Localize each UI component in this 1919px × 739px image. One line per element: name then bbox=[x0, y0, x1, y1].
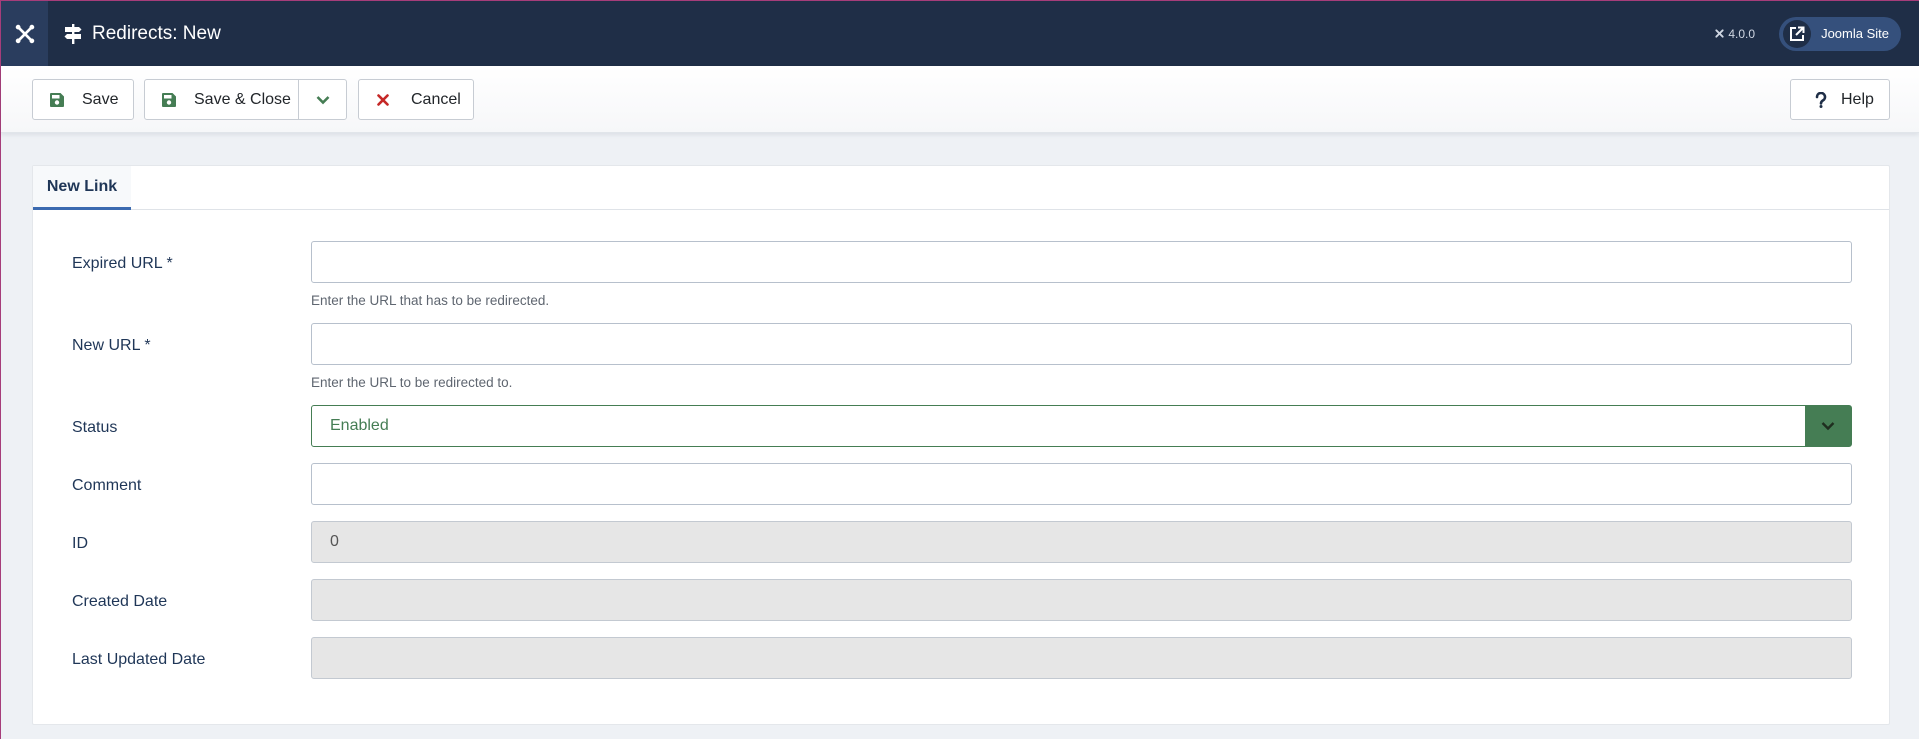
new-url-input[interactable] bbox=[311, 323, 1852, 365]
save-options-dropdown-toggle[interactable] bbox=[299, 80, 346, 119]
save-button[interactable]: Save bbox=[32, 79, 134, 120]
close-icon bbox=[377, 93, 389, 106]
joomla-small-icon bbox=[1715, 29, 1724, 38]
cancel-label: Cancel bbox=[411, 90, 461, 108]
chevron-down-icon bbox=[1805, 406, 1851, 446]
new-url-hint: Enter the URL to be redirected to. bbox=[311, 375, 513, 390]
help-button[interactable]: Help bbox=[1790, 79, 1890, 120]
expired-url-hint: Enter the URL that has to be redirected. bbox=[311, 293, 550, 308]
save-close-label: Save & Close bbox=[194, 90, 291, 108]
id-row: ID bbox=[72, 521, 1853, 577]
top-header: Redirects: New 4.0.0 Joomla Site bbox=[1, 1, 1919, 66]
save-close-button-group: Save & Close bbox=[144, 79, 347, 120]
last-updated-date-label: Last Updated Date bbox=[72, 651, 206, 668]
site-link-label: Joomla Site bbox=[1821, 26, 1889, 41]
id-label: ID bbox=[72, 535, 88, 552]
external-link-icon bbox=[1783, 19, 1812, 48]
comment-label: Comment bbox=[72, 477, 142, 494]
last-updated-date-field bbox=[311, 637, 1852, 679]
tab-new-link[interactable]: New Link bbox=[33, 166, 131, 210]
comment-input[interactable] bbox=[311, 463, 1852, 505]
signpost-icon bbox=[64, 23, 82, 44]
save-icon bbox=[50, 92, 64, 107]
status-selected-value: Enabled bbox=[330, 417, 389, 434]
created-date-row: Created Date bbox=[72, 579, 1853, 635]
expired-url-label: Expired URL * bbox=[72, 255, 173, 272]
expired-url-input[interactable] bbox=[311, 241, 1852, 283]
status-row: Status Enabled bbox=[72, 405, 1853, 461]
comment-row: Comment bbox=[72, 463, 1853, 519]
id-field bbox=[311, 521, 1852, 563]
save-close-button[interactable]: Save & Close bbox=[145, 80, 299, 119]
page-title-area: Redirects: New bbox=[64, 23, 221, 45]
joomla-logo-button[interactable] bbox=[1, 1, 48, 66]
version-info: 4.0.0 bbox=[1714, 27, 1755, 41]
form-card: New Link Expired URL * Enter the URL tha… bbox=[32, 165, 1890, 725]
created-date-label: Created Date bbox=[72, 593, 168, 610]
help-label: Help bbox=[1841, 90, 1874, 108]
status-label: Status bbox=[72, 419, 118, 436]
tab-bar: New Link bbox=[33, 166, 1889, 210]
page-title: Redirects: New bbox=[92, 22, 221, 44]
last-updated-date-row: Last Updated Date bbox=[72, 637, 1853, 693]
joomla-site-link[interactable]: Joomla Site bbox=[1779, 16, 1901, 51]
created-date-field bbox=[311, 579, 1852, 621]
cancel-button[interactable]: Cancel bbox=[358, 79, 474, 120]
version-label: 4.0.0 bbox=[1728, 26, 1756, 41]
status-select[interactable]: Enabled bbox=[311, 405, 1852, 447]
joomla-logo-icon bbox=[15, 24, 34, 43]
save-icon bbox=[162, 92, 176, 107]
save-label: Save bbox=[82, 90, 119, 108]
expired-url-row: Expired URL * Enter the URL that has to … bbox=[72, 241, 1853, 317]
question-icon bbox=[1815, 91, 1827, 108]
chevron-down-icon bbox=[316, 95, 329, 104]
new-url-row: New URL * Enter the URL to be redirected… bbox=[72, 323, 1853, 399]
toolbar: Save Save & Close Cancel Help bbox=[1, 66, 1919, 133]
new-url-label: New URL * bbox=[72, 337, 151, 354]
